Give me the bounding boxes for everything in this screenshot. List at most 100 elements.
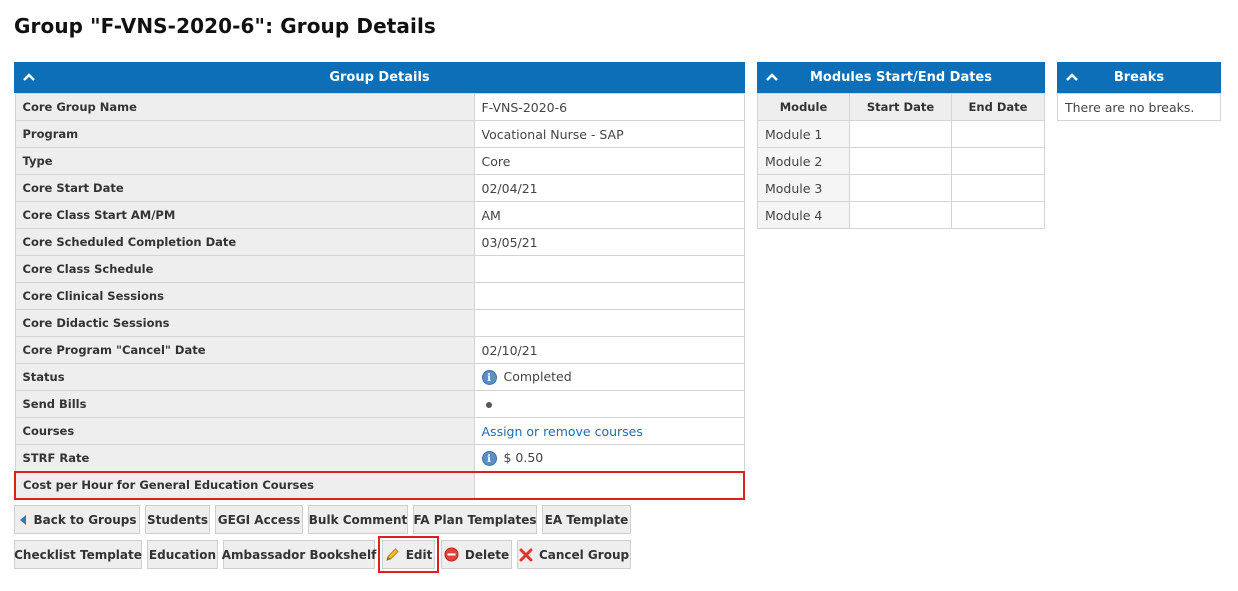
details-row: Core Class Start AM/PM AM [14,201,745,229]
fa-plan-templates-label: FA Plan Templates [413,512,537,527]
checklist-template-button[interactable]: Checklist Template [14,540,142,569]
details-row: STRF Rate i $ 0.50 [14,444,745,472]
modules-header: Modules Start/End Dates [757,62,1045,93]
modules-table: Module Start Date End Date Module 1 Modu… [757,93,1045,229]
breaks-empty-text: There are no breaks. [1057,93,1221,121]
details-row: Cost per Hour for General Education Cour… [14,470,745,500]
chevron-up-icon[interactable] [22,70,36,84]
details-value-courses: Assign or remove courses [473,417,745,445]
gegi-access-button[interactable]: GEGI Access [215,505,303,534]
delete-button[interactable]: Delete [441,540,512,569]
module-name: Module 4 [757,201,850,229]
edit-label: Edit [405,547,433,562]
pencil-icon [385,547,400,562]
gegi-access-label: GEGI Access [217,512,301,527]
details-value-send-bills [473,390,745,418]
bulk-comment-button[interactable]: Bulk Comment [308,505,408,534]
table-row: Module 1 [757,120,1045,148]
details-label-status: Status [14,363,475,391]
education-button[interactable]: Education [147,540,218,569]
details-label-courses: Courses [14,417,475,445]
details-value-completion-date: 03/05/21 [473,228,745,256]
details-value-cost-per-hour [473,470,745,500]
details-label-type: Type [14,147,475,175]
details-label-core-class-start: Core Class Start AM/PM [14,201,475,229]
info-icon[interactable]: i [481,450,497,466]
module-start-date [849,201,952,229]
breaks-panel: Breaks There are no breaks. [1057,62,1221,121]
details-label-send-bills: Send Bills [14,390,475,418]
breaks-title: Breaks [1113,70,1165,85]
column-header-end-date: End Date [951,93,1045,121]
module-end-date [951,201,1045,229]
info-icon[interactable]: i [481,370,497,385]
details-label-cancel-date: Core Program "Cancel" Date [14,336,475,364]
details-value-status: i Completed [473,363,745,391]
table-row: Module 2 [757,147,1045,175]
modules-header-row: Module Start Date End Date [757,93,1045,121]
module-start-date [849,120,952,148]
ea-template-label: EA Template [544,512,629,527]
details-row: Courses Assign or remove courses [14,417,745,445]
module-start-date [849,147,952,175]
details-value-class-schedule [473,255,745,283]
modules-panel: Modules Start/End Dates Module Start Dat… [757,62,1045,229]
details-row: Send Bills [14,390,745,418]
details-value-clinical-sessions [473,282,745,310]
chevron-up-icon[interactable] [765,70,779,84]
fa-plan-templates-button[interactable]: FA Plan Templates [413,505,537,534]
details-row: Core Class Schedule [14,255,745,283]
details-value-cancel-date: 02/10/21 [473,336,745,364]
back-to-groups-label: Back to Groups [33,512,137,527]
back-to-groups-button[interactable]: Back to Groups [14,505,140,534]
ambassador-bookshelf-button[interactable]: Ambassador Bookshelf [221,540,377,569]
ea-template-button[interactable]: EA Template [542,505,631,534]
details-label-class-schedule: Core Class Schedule [14,255,475,283]
breaks-table: There are no breaks. [1057,93,1221,121]
column-header-module: Module [757,93,850,121]
ambassador-bookshelf-label: Ambassador Bookshelf [221,547,377,562]
assign-courses-link[interactable]: Assign or remove courses [482,424,643,439]
chevron-up-icon[interactable] [1065,70,1079,84]
page-title: Group "F-VNS-2020-6": Group Details [14,14,436,38]
module-end-date [951,147,1045,175]
details-row: Core Clinical Sessions [14,282,745,310]
students-label: Students [146,512,209,527]
strf-rate-text: $ 0.50 [503,449,544,465]
group-details-panel: Group Details Core Group Name F-VNS-2020… [14,62,745,500]
module-end-date [951,174,1045,202]
breaks-header: Breaks [1057,62,1221,93]
modules-title: Modules Start/End Dates [810,70,992,85]
status-text: Completed [503,369,572,384]
table-row: Module 4 [757,201,1045,229]
x-icon [519,548,533,562]
module-start-date [849,174,952,202]
checklist-template-label: Checklist Template [14,547,142,562]
details-row: Core Scheduled Completion Date 03/05/21 [14,228,745,256]
details-value-didactic-sessions [473,309,745,337]
column-header-start-date: Start Date [849,93,952,121]
details-row: Status i Completed [14,363,745,391]
group-details-table: Core Group Name F-VNS-2020-6 Program Voc… [14,93,745,500]
minus-circle-icon [444,547,459,562]
details-label-clinical-sessions: Core Clinical Sessions [14,282,475,310]
module-name: Module 1 [757,120,850,148]
module-end-date [951,120,1045,148]
details-row: Core Program "Cancel" Date 02/10/21 [14,336,745,364]
details-label-completion-date: Core Scheduled Completion Date [14,228,475,256]
details-label-cost-per-hour: Cost per Hour for General Education Cour… [14,470,475,500]
bullet-dot-icon [485,402,492,408]
details-value-type: Core [473,147,745,175]
details-row: Program Vocational Nurse - SAP [14,120,745,148]
table-row: There are no breaks. [1057,93,1221,121]
module-name: Module 3 [757,174,850,202]
details-value-core-class-start: AM [473,201,745,229]
delete-label: Delete [464,547,510,562]
students-button[interactable]: Students [145,505,210,534]
details-label-didactic-sessions: Core Didactic Sessions [14,309,475,337]
details-value-strf-rate: i $ 0.50 [473,444,745,472]
details-label-core-group-name: Core Group Name [14,93,475,121]
cancel-group-button[interactable]: Cancel Group [517,540,631,569]
cancel-group-label: Cancel Group [538,547,630,562]
edit-button[interactable]: Edit [378,536,439,573]
